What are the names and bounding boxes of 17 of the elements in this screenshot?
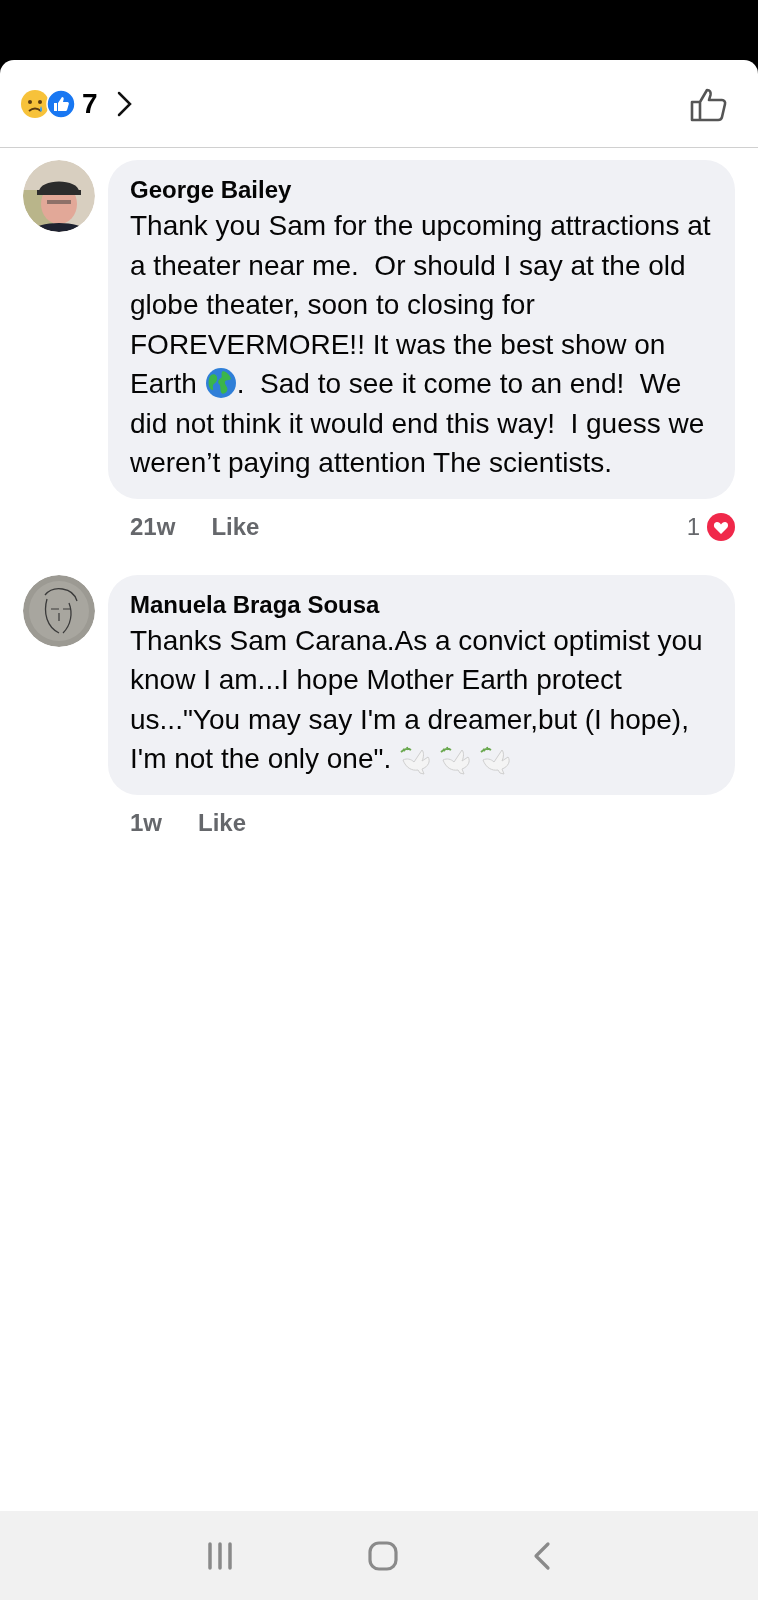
reaction-count[interactable]: 7: [82, 82, 98, 125]
timestamp: 21w: [130, 511, 176, 542]
recent-apps-icon[interactable]: [206, 1540, 235, 1571]
like-link[interactable]: Like: [198, 804, 247, 841]
reaction-count[interactable]: 1: [686, 508, 700, 545]
comment-text: Thank you Sam for the upcoming attractions at a theater near me. Or should I say at the old globe theater, soon to closing for FOREVERMORE!! It was the best show on Earth . Sad to see it come to an end! We did not think it would end this way! I guess we weren’t paying attention The scientists.: [130, 209, 712, 480]
like-reaction-icon: [46, 88, 76, 119]
heart-reaction-icon: [706, 511, 736, 542]
like-link[interactable]: Like: [211, 508, 260, 545]
author-name[interactable]: Manuela Braga Sousa: [130, 588, 719, 621]
globe-emoji-icon: [204, 367, 237, 399]
chevron-right-icon[interactable]: [115, 90, 132, 117]
sad-reaction-icon: [20, 88, 50, 119]
timestamp: 1w: [130, 807, 162, 838]
comment-text: Thanks Sam Carana.As a convict optimist you know I am...I hope Mother Earth protect us..."You may say I'm a dreamer,but (I hope), I'm not the only one".: [130, 623, 704, 778]
home-icon[interactable]: [367, 1539, 399, 1572]
author-name[interactable]: George Bailey: [130, 174, 719, 206]
